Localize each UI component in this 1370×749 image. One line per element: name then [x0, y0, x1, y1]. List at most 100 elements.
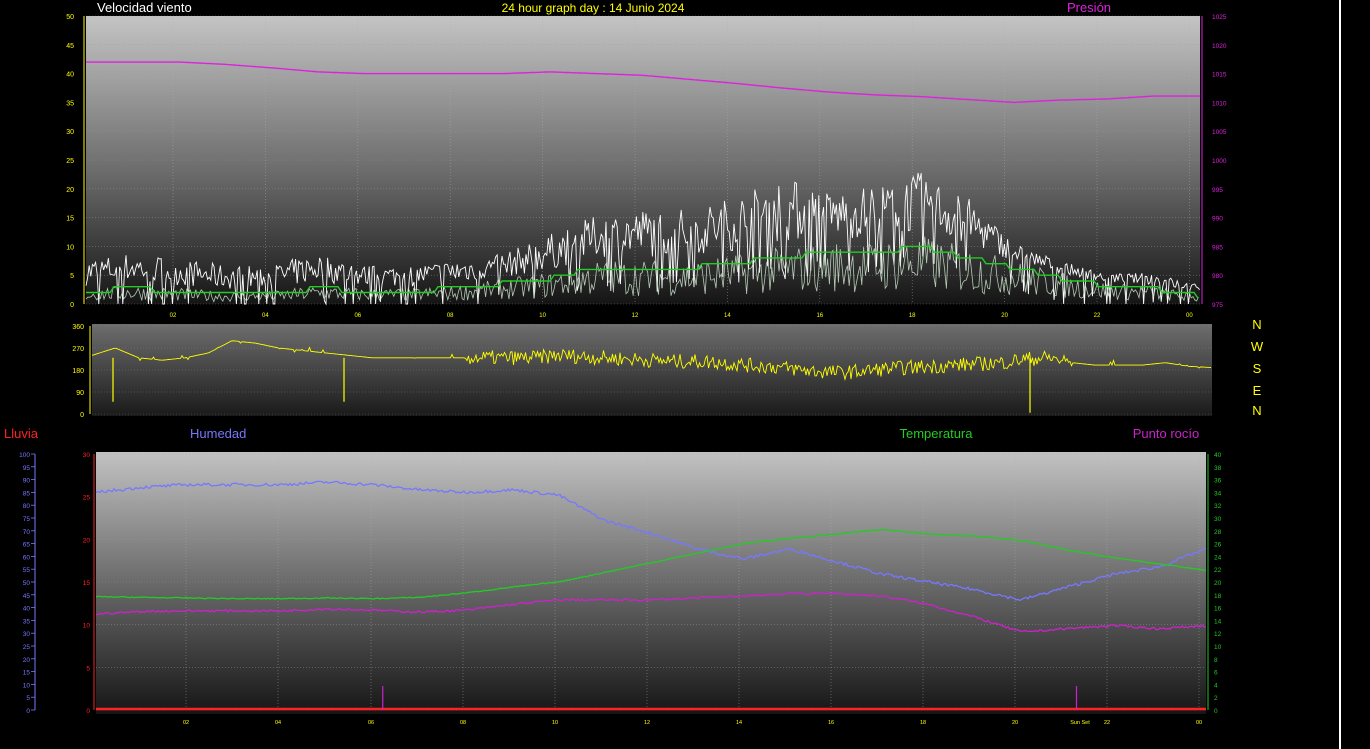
temperature-y-tick-label: 4 [1214, 682, 1218, 689]
humidity-y-tick-label: 55 [23, 567, 31, 574]
wind-x-tick-label: 14 [724, 313, 731, 319]
direction-y-tick-label: 180 [72, 368, 84, 375]
humidity-y-tick-label: 90 [23, 478, 31, 485]
pressure-y-tick-label: 985 [1212, 244, 1223, 251]
wind-x-tick-label: 04 [262, 313, 269, 319]
environment-x-tick-label: 08 [460, 720, 466, 726]
humidity-y-tick-label: 50 [23, 580, 31, 587]
humidity-y-tick-label: 100 [19, 452, 30, 459]
environment-x-tick-label: 20 [1012, 720, 1018, 726]
direction-y-tick-label: 90 [76, 390, 84, 397]
temperature-y-tick-label: 10 [1214, 644, 1222, 651]
temperature-y-tick-label: 26 [1214, 542, 1222, 549]
wind-x-tick-label: 12 [632, 313, 639, 319]
environment-x-tick-label: 02 [183, 720, 189, 726]
humidity-title: Humedad [190, 426, 246, 441]
pressure-y-tick-label: 1005 [1212, 129, 1227, 136]
temperature-y-tick-label: 36 [1214, 478, 1222, 485]
wind-x-tick-label: 08 [447, 313, 454, 319]
pressure-title: Presión [1067, 0, 1111, 15]
wind-speed-title: Velocidad viento [97, 0, 192, 15]
humidity-y-tick-label: 0 [26, 708, 30, 715]
humidity-y-tick-label: 20 [23, 657, 31, 664]
humidity-y-tick-label: 45 [23, 593, 31, 600]
pressure-y-tick-label: 990 [1212, 216, 1223, 223]
temperature-y-tick-label: 32 [1214, 503, 1222, 510]
wind-plot-area [86, 16, 1200, 304]
humidity-y-tick-label: 95 [23, 465, 31, 472]
environment-x-tick-label: 10 [552, 720, 558, 726]
weather-chart-canvas: 0510152025303540455097598098599099510001… [4, 0, 1341, 749]
compass-label-e: E [1253, 383, 1262, 398]
temperature-y-tick-label: 2 [1214, 695, 1218, 702]
temperature-y-tick-label: 24 [1214, 554, 1222, 561]
temperature-y-tick-label: 34 [1214, 490, 1222, 497]
temperature-y-tick-label: 0 [1214, 708, 1218, 715]
humidity-y-tick-label: 60 [23, 554, 31, 561]
environment-x-tick-label: 22 [1104, 720, 1110, 726]
humidity-y-tick-label: 80 [23, 503, 31, 510]
temperature-y-tick-label: 22 [1214, 567, 1222, 574]
compass-label-n-top: N [1252, 317, 1261, 332]
humidity-y-tick-label: 5 [26, 695, 30, 702]
humidity-y-tick-label: 30 [23, 631, 31, 638]
humidity-y-tick-label: 25 [23, 644, 31, 651]
humidity-y-tick-label: 75 [23, 516, 31, 523]
rain-y-tick-label: 15 [83, 580, 91, 587]
temperature-y-tick-label: 16 [1214, 606, 1222, 613]
humidity-y-tick-label: 40 [23, 606, 31, 613]
temperature-y-tick-label: 12 [1214, 631, 1222, 638]
temperature-y-tick-label: 8 [1214, 657, 1218, 664]
direction-y-tick-label: 270 [72, 346, 84, 353]
direction-y-tick-label: 0 [80, 412, 84, 419]
compass-label-w: W [1251, 339, 1264, 354]
frame-separator [1339, 0, 1341, 749]
humidity-y-tick-label: 10 [23, 682, 31, 689]
wind-x-tick-label: 20 [1001, 313, 1008, 319]
humidity-y-tick-label: 65 [23, 542, 31, 549]
environment-x-tick-label: 06 [368, 720, 374, 726]
wind-y-tick-label: 0 [70, 302, 74, 309]
pressure-y-tick-label: 1010 [1212, 100, 1227, 107]
temperature-y-tick-label: 38 [1214, 465, 1222, 472]
pressure-y-tick-label: 975 [1212, 302, 1223, 309]
wind-x-tick-label: 00 [1186, 313, 1193, 319]
humidity-y-tick-label: 15 [23, 670, 31, 677]
environment-plot-area [96, 452, 1206, 714]
environment-x-tick-label: Sun Set [1070, 720, 1090, 726]
wind-y-tick-label: 25 [66, 158, 74, 165]
wind-y-tick-label: 30 [66, 129, 74, 136]
pressure-y-tick-label: 1015 [1212, 72, 1227, 79]
temperature-y-tick-label: 14 [1214, 618, 1222, 625]
chart-date-title: 24 hour graph day : 14 Junio 2024 [502, 1, 685, 15]
wind-x-tick-label: 22 [1094, 313, 1101, 319]
pressure-y-tick-label: 980 [1212, 273, 1223, 280]
rain-y-tick-label: 10 [83, 623, 91, 630]
rain-y-tick-label: 0 [86, 708, 90, 715]
environment-x-tick-label: 14 [736, 720, 742, 726]
wind-x-tick-label: 02 [170, 313, 177, 319]
wind-y-tick-label: 45 [66, 43, 74, 50]
temperature-title: Temperatura [900, 426, 974, 441]
environment-x-tick-label: 18 [920, 720, 926, 726]
pressure-y-tick-label: 1020 [1212, 43, 1227, 50]
rain-y-tick-label: 5 [86, 665, 90, 672]
temperature-y-tick-label: 40 [1214, 452, 1222, 459]
rain-y-tick-label: 30 [83, 452, 91, 459]
wind-y-tick-label: 10 [66, 244, 74, 251]
environment-x-tick-label: 00 [1196, 720, 1202, 726]
compass-label-s: S [1253, 361, 1262, 376]
rain-y-tick-label: 25 [83, 495, 91, 502]
environment-x-tick-label: 12 [644, 720, 650, 726]
wind-x-tick-label: 06 [354, 313, 361, 319]
wind-y-tick-label: 15 [66, 216, 74, 223]
wind-y-tick-label: 40 [66, 72, 74, 79]
pressure-y-tick-label: 1000 [1212, 158, 1227, 165]
temperature-y-tick-label: 18 [1214, 593, 1222, 600]
rain-title: Lluvia [4, 426, 39, 441]
temperature-y-tick-label: 6 [1214, 670, 1218, 677]
wind-x-tick-label: 16 [816, 313, 823, 319]
humidity-y-tick-label: 85 [23, 490, 31, 497]
environment-x-tick-label: 04 [275, 720, 281, 726]
dewpoint-title: Punto rocío [1133, 426, 1200, 441]
